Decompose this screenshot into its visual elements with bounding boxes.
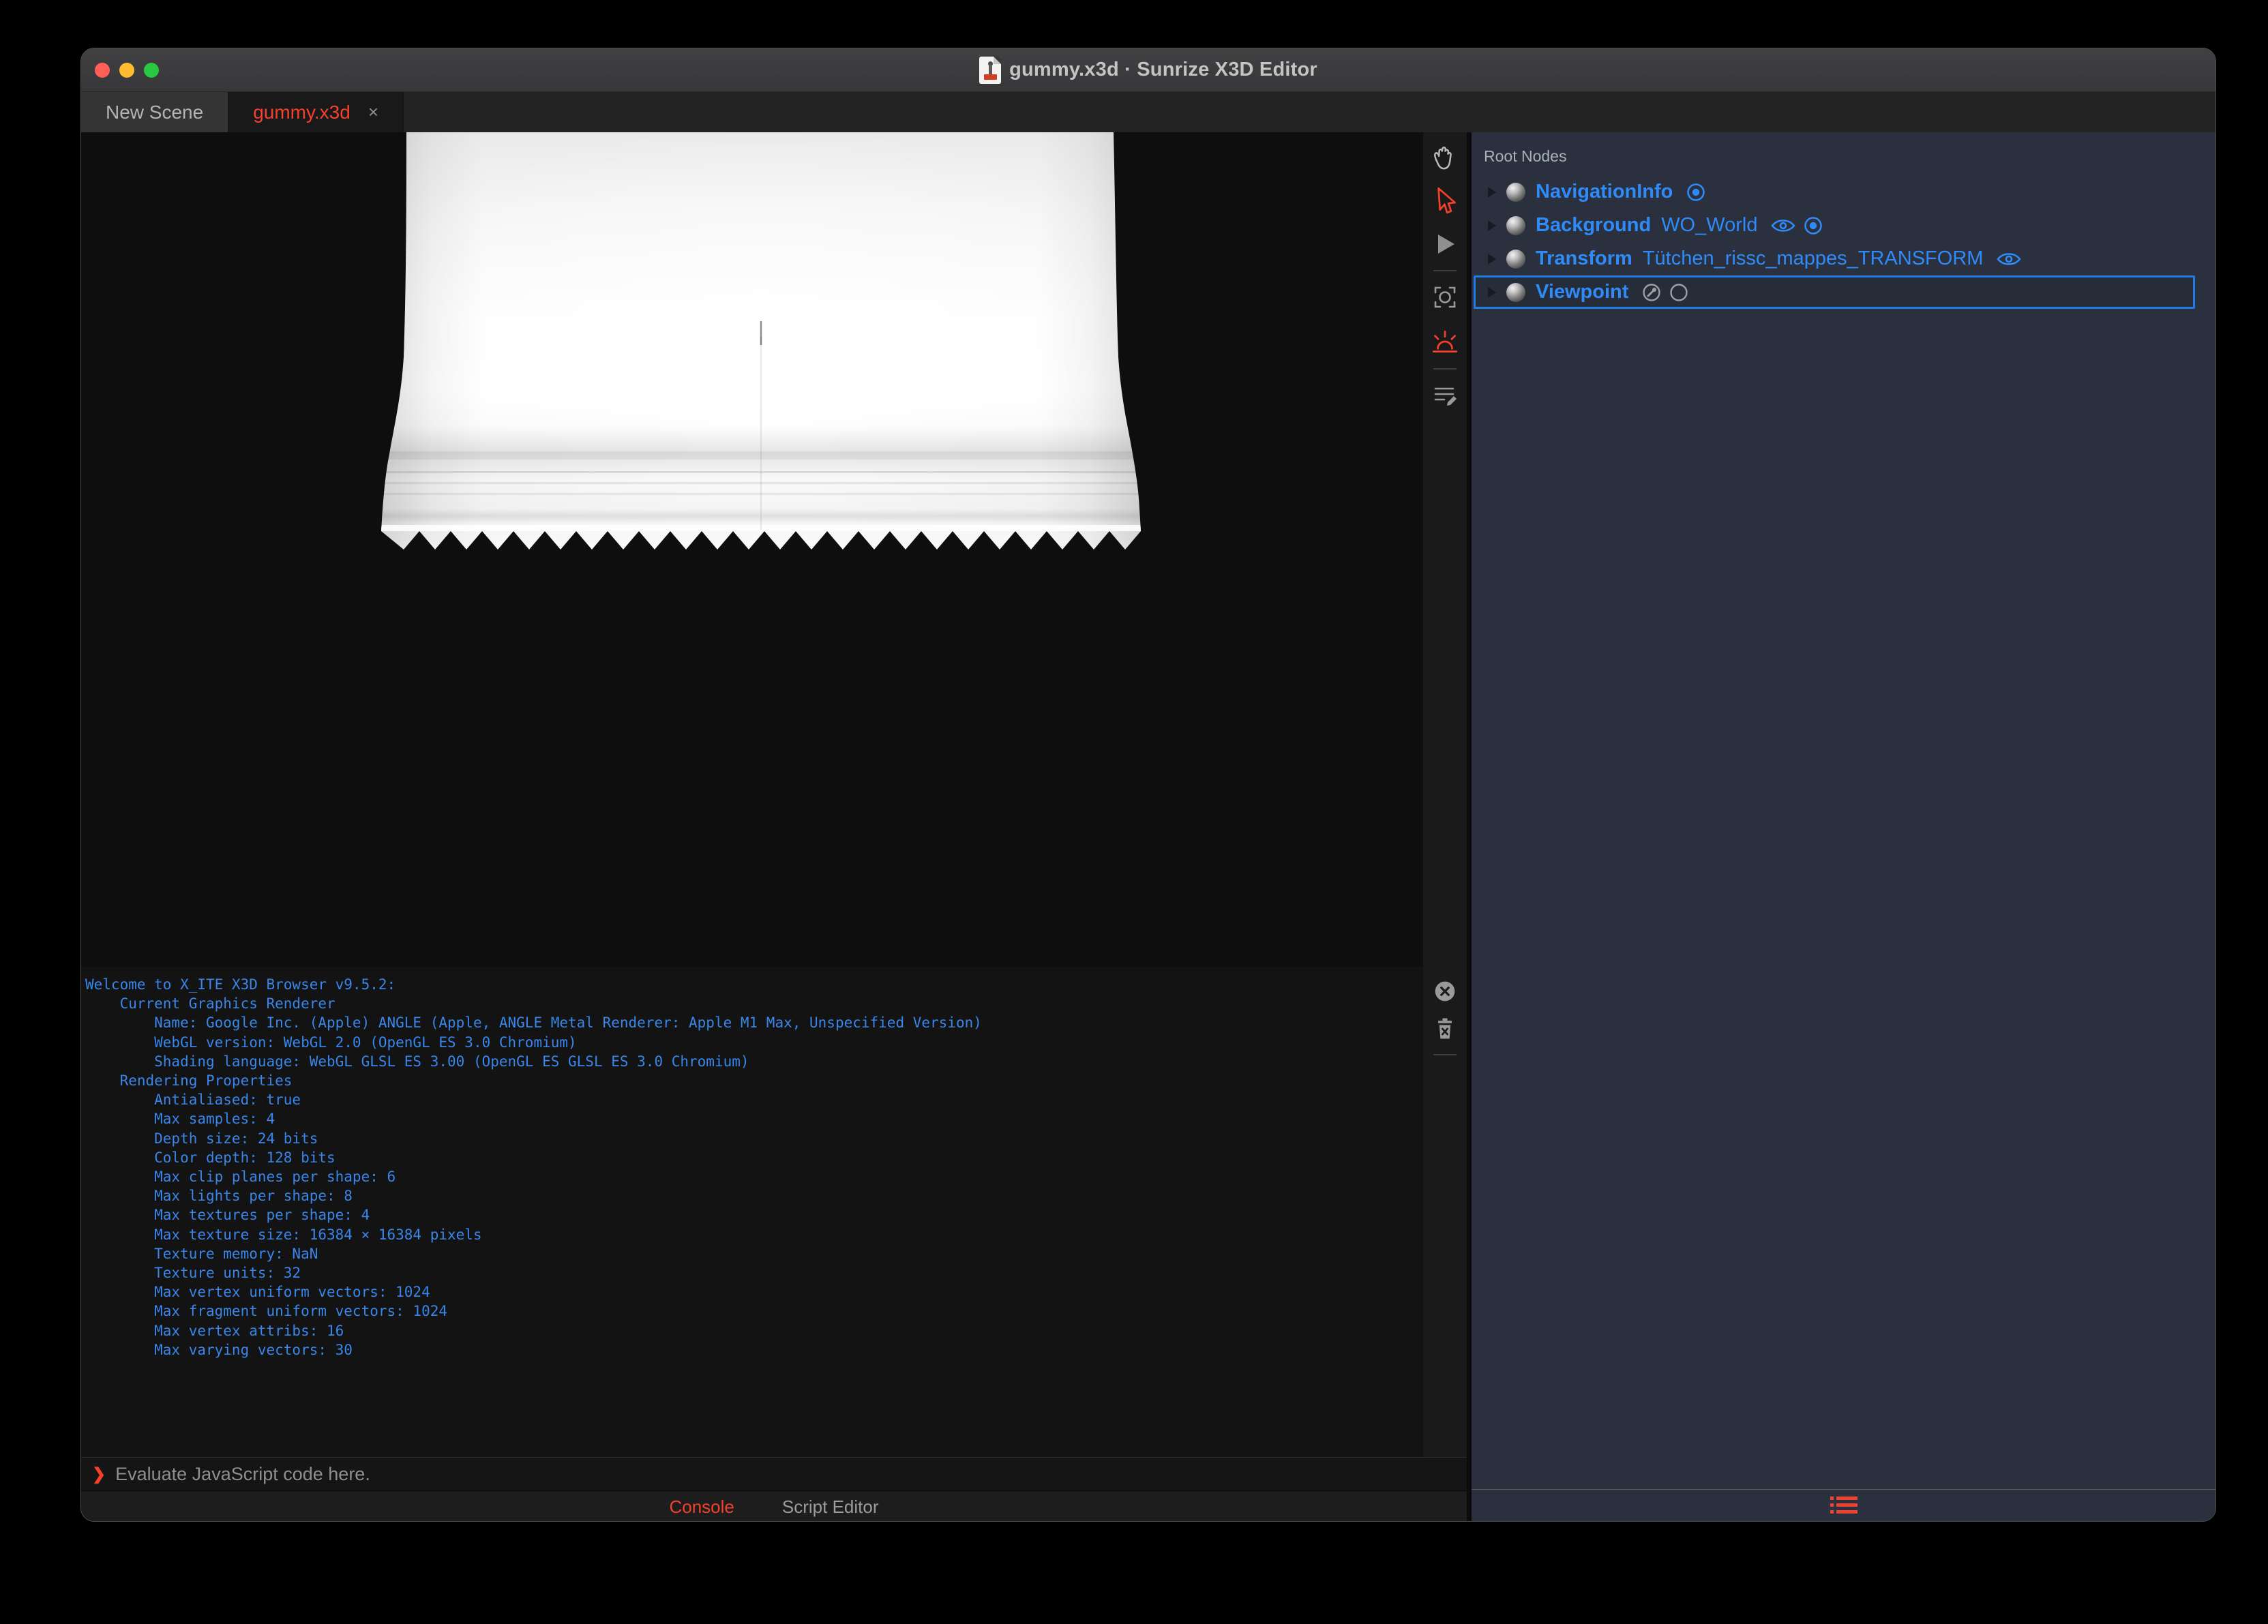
console-line: Depth size: 24 bits [85, 1130, 318, 1147]
visibility-eye-icon[interactable] [1996, 250, 2022, 268]
gummy-bag-model [381, 132, 1141, 550]
console-line: WebGL version: WebGL 2.0 (OpenGL ES 3.0 … [85, 1034, 577, 1051]
expand-arrow-icon[interactable] [1488, 186, 1496, 198]
traffic-lights [95, 48, 159, 91]
console-line: Shading language: WebGL GLSL ES 3.00 (Op… [85, 1053, 749, 1070]
script-editor-button[interactable] [1429, 379, 1461, 412]
panel-switch-bar: Console Script Editor [81, 1490, 1467, 1521]
node-type-label: NavigationInfo [1536, 181, 1673, 202]
cursor-arrow-icon [1437, 187, 1456, 214]
script-edit-icon [1434, 387, 1457, 406]
console-line: Max vertex uniform vectors: 1024 [85, 1284, 430, 1301]
app-window: gummy.x3d · Sunrize X3D Editor New Scene… [80, 48, 2216, 1522]
tab-gummy-x3d-label: gummy.x3d [253, 101, 350, 123]
environment-light-button[interactable] [1429, 326, 1461, 359]
viewport-row [81, 132, 1467, 967]
console-line: Antialiased: true [85, 1092, 301, 1109]
console-line: Current Graphics Renderer [85, 995, 335, 1012]
console-tab[interactable]: Console [669, 1497, 734, 1518]
node-sphere-icon [1506, 215, 1525, 235]
tab-gummy-x3d[interactable]: gummy.x3d × [228, 92, 404, 132]
toolbar-divider [1433, 270, 1457, 271]
x3d-file-icon [979, 56, 1002, 84]
node-type-label: Viewpoint [1536, 281, 1629, 303]
tab-new-scene-label: New Scene [106, 101, 204, 123]
console-line: Texture memory: NaN [85, 1245, 318, 1262]
titlebar: gummy.x3d · Sunrize X3D Editor [81, 48, 2215, 92]
console-line: Color depth: 128 bits [85, 1149, 335, 1166]
node-tree: NavigationInfo Background WO_World Trans… [1472, 175, 2215, 309]
node-def-name: Tütchen_rissc_mappes_TRANSFORM [1642, 247, 1984, 269]
zoom-window-button[interactable] [144, 62, 159, 78]
window-title: gummy.x3d · Sunrize X3D Editor [1009, 59, 1317, 80]
expand-arrow-icon[interactable] [1488, 286, 1496, 298]
console-line: Texture units: 32 [85, 1265, 301, 1282]
close-window-button[interactable] [95, 62, 110, 78]
viewport-toolstrip [1423, 132, 1467, 967]
console-line: Max clip planes per shape: 6 [85, 1169, 396, 1186]
console-line: Max samples: 4 [85, 1111, 275, 1128]
tree-row-background[interactable]: Background WO_World [1474, 209, 2195, 242]
console-line: Name: Google Inc. (Apple) ANGLE (Apple, … [85, 1014, 982, 1032]
console-line: Rendering Properties [85, 1072, 293, 1089]
console-line: Max fragment uniform vectors: 1024 [85, 1303, 448, 1320]
tab-close-icon[interactable]: × [368, 102, 378, 123]
script-editor-tab[interactable]: Script Editor [782, 1497, 879, 1518]
window-title-group: gummy.x3d · Sunrize X3D Editor [979, 56, 1317, 84]
editor-column: Welcome to X_ITE X3D Browser v9.5.2: Cur… [81, 132, 1467, 1521]
node-type-label: Background [1536, 214, 1652, 236]
outline-panel: Root Nodes NavigationInfo Background WO_… [1467, 132, 2215, 1521]
play-button[interactable] [1429, 228, 1461, 260]
console-line: Max textures per shape: 4 [85, 1207, 370, 1224]
console-output[interactable]: Welcome to X_ITE X3D Browser v9.5.2: Cur… [81, 967, 1423, 1457]
capture-icon [1434, 286, 1456, 308]
node-list-icon[interactable] [1828, 1494, 1860, 1517]
node-type-label: Transform [1536, 247, 1632, 269]
close-console-button[interactable] [1429, 975, 1461, 1008]
tree-row-navigationinfo[interactable]: NavigationInfo [1474, 175, 2195, 209]
unbound-circle-icon[interactable] [1669, 282, 1689, 303]
node-def-name: WO_World [1661, 214, 1758, 236]
trash-icon [1438, 1018, 1452, 1039]
tab-bar: New Scene gummy.x3d × [81, 92, 2215, 132]
node-sphere-icon [1506, 182, 1525, 202]
console-line: Max varying vectors: 30 [85, 1341, 353, 1358]
js-prompt-row: ❯ [81, 1457, 1467, 1490]
tree-row-transform[interactable]: Transform Tütchen_rissc_mappes_TRANSFORM [1474, 242, 2195, 275]
js-eval-input[interactable] [115, 1463, 1467, 1485]
play-icon [1438, 235, 1454, 254]
console-line: Max texture size: 16384 × 16384 pixels [85, 1226, 482, 1243]
3d-viewport[interactable] [81, 132, 1423, 967]
visibility-eye-icon[interactable] [1770, 217, 1796, 235]
console-line: Welcome to X_ITE X3D Browser v9.5.2: [85, 976, 396, 993]
minimize-window-button[interactable] [119, 62, 134, 78]
console-line: Max vertex attribs: 16 [85, 1322, 344, 1339]
hand-icon [1434, 147, 1452, 170]
expand-arrow-icon[interactable] [1488, 253, 1496, 265]
frame-capture-button[interactable] [1429, 281, 1461, 314]
sunrise-icon [1432, 330, 1458, 352]
toolbar-divider [1433, 1054, 1457, 1055]
console-row: Welcome to X_ITE X3D Browser v9.5.2: Cur… [81, 967, 1467, 1457]
tool-wrench-icon[interactable] [1641, 282, 1662, 303]
node-sphere-icon [1506, 249, 1525, 269]
prompt-chevron-icon: ❯ [92, 1464, 106, 1484]
tree-row-viewpoint[interactable]: Viewpoint [1474, 275, 2195, 309]
expand-arrow-icon[interactable] [1488, 220, 1496, 231]
bind-state-icon[interactable] [1803, 215, 1823, 236]
outline-header: Root Nodes [1484, 147, 1567, 165]
clear-console-button[interactable] [1429, 1012, 1461, 1044]
desktop: gummy.x3d · Sunrize X3D Editor New Scene… [0, 0, 2268, 1624]
pan-tool-button[interactable] [1429, 142, 1461, 175]
select-tool-button[interactable] [1429, 184, 1461, 217]
outline-bottom-bar [1472, 1489, 2215, 1521]
node-sphere-icon [1506, 282, 1525, 302]
toolbar-divider [1433, 368, 1457, 370]
console-line: Max lights per shape: 8 [85, 1188, 353, 1205]
console-toolstrip [1423, 967, 1467, 1457]
main-content: Welcome to X_ITE X3D Browser v9.5.2: Cur… [81, 132, 2215, 1521]
close-circle-icon [1435, 981, 1455, 1002]
tab-new-scene[interactable]: New Scene [81, 92, 229, 132]
bind-state-icon[interactable] [1686, 182, 1706, 202]
